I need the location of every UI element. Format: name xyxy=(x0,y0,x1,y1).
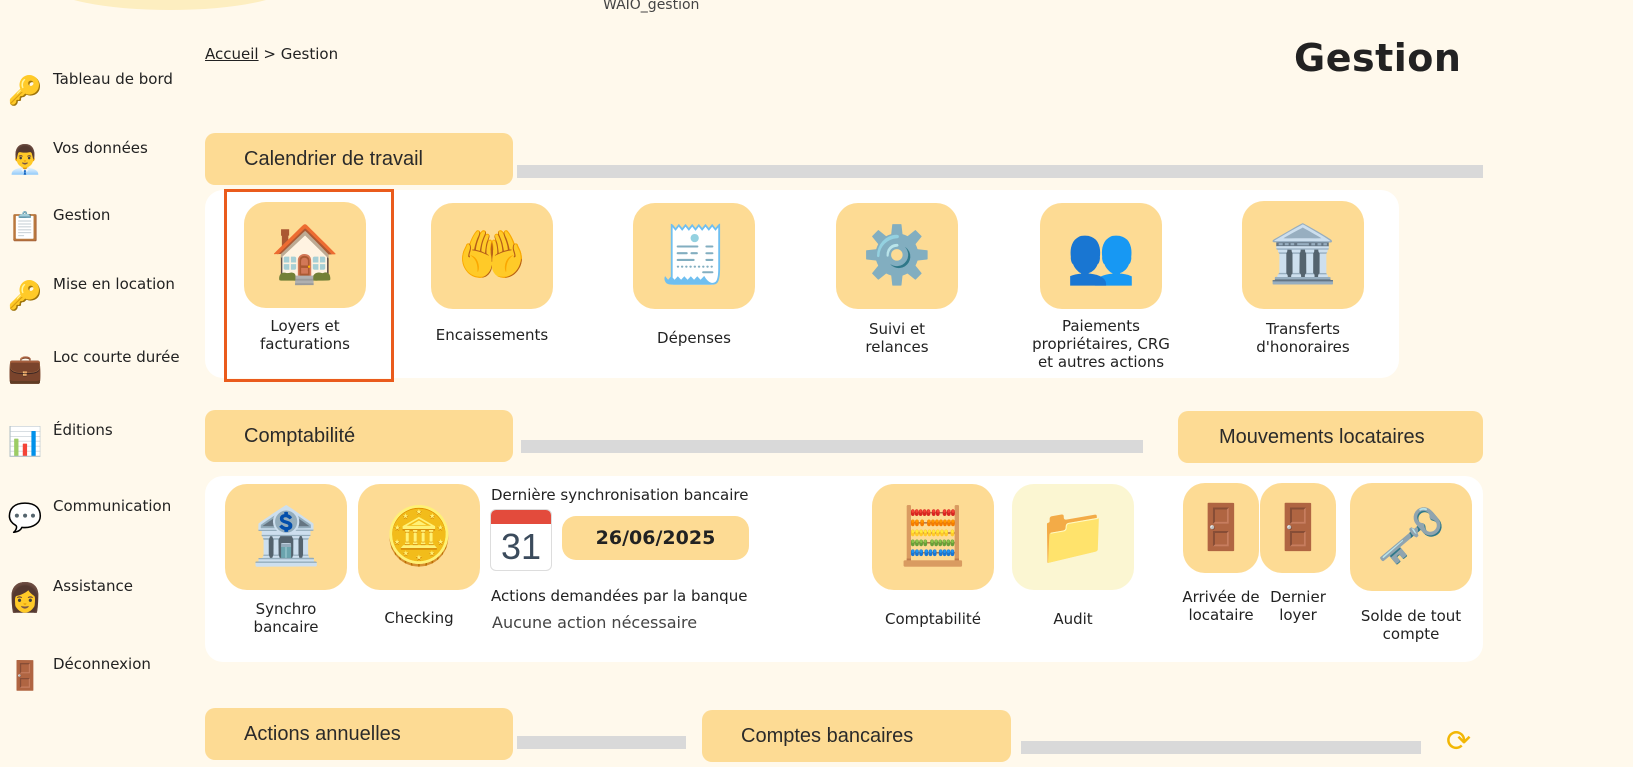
section-header-calendrier: Calendrier de travail xyxy=(205,133,513,185)
sidebar: 🔑 Tableau de bord 👨‍💼 Vos données 📋 Gest… xyxy=(0,0,200,767)
tile-arrivee-locataire[interactable]: 🚪 Arrivée de locataire xyxy=(1176,483,1266,624)
bank-actions-label: Actions demandées par la banque xyxy=(491,587,748,605)
bank-actions-value: Aucune action nécessaire xyxy=(492,613,698,632)
sidebar-item-loc-courte-duree[interactable]: 💼 Loc courte durée xyxy=(6,348,180,388)
tile-label: Dernier loyer xyxy=(1270,588,1326,624)
sidebar-item-vos-donnees[interactable]: 👨‍💼 Vos données xyxy=(6,139,148,179)
breadcrumb-home-link[interactable]: Accueil xyxy=(205,45,259,63)
sidebar-item-label: Mise en location xyxy=(53,275,175,293)
tile-label: Transferts d'honoraires xyxy=(1256,320,1350,356)
tile-comptabilite[interactable]: 🧮 Comptabilité xyxy=(872,484,994,628)
tile-synchro-bancaire[interactable]: 🏦 Synchro bancaire xyxy=(225,484,347,636)
tile-label: Loyers et facturations xyxy=(259,317,350,353)
page-title: Gestion xyxy=(1294,36,1462,80)
tile-suivi-relances[interactable]: ⚙️ Suivi et relances xyxy=(835,203,959,356)
sync-date: 26/06/2025 xyxy=(562,516,749,560)
sidebar-item-tableau-de-bord[interactable]: 🔑 Tableau de bord xyxy=(6,70,173,110)
people-icon: 👥 xyxy=(1040,203,1162,309)
hand-coin-icon: 🤲 xyxy=(431,203,553,309)
bank-transfer-icon: 🏛️ xyxy=(1242,201,1364,309)
tile-solde-tout-compte[interactable]: 🗝️ Solde de tout compte xyxy=(1350,483,1472,643)
tile-label: Encaissements xyxy=(435,326,549,344)
tile-transferts-honoraires[interactable]: 🏛️ Transferts d'honoraires xyxy=(1241,201,1365,356)
tile-label: Arrivée de locataire xyxy=(1182,588,1260,624)
tasks-gear-icon: ⚙️ xyxy=(836,203,958,309)
management-icon: 📋 xyxy=(7,210,43,243)
sidebar-item-label: Vos données xyxy=(53,139,148,157)
section-divider xyxy=(521,440,1143,453)
section-header-actions-annuelles: Actions annuelles xyxy=(205,708,513,760)
sidebar-item-gestion[interactable]: 📋 Gestion xyxy=(6,206,111,246)
breadcrumb-separator: > xyxy=(263,45,276,63)
sidebar-item-label: Loc courte durée xyxy=(53,348,180,366)
section-header-comptabilite: Comptabilité xyxy=(205,410,513,462)
tile-dernier-loyer[interactable]: 🚪 Dernier loyer xyxy=(1260,483,1336,624)
calendar-icon: 31 xyxy=(490,509,552,571)
door-exit-icon: 🚪 xyxy=(1260,483,1336,573)
chat-icon: 💬 xyxy=(7,501,43,534)
breadcrumb: Accueil > Gestion xyxy=(205,45,338,63)
app-name: WAIO_gestion xyxy=(603,0,700,13)
sidebar-item-label: Communication xyxy=(53,497,172,515)
accounting-icon: 🧮 xyxy=(872,484,994,590)
sidebar-item-assistance[interactable]: 👩 Assistance xyxy=(6,577,133,617)
sidebar-item-label: Déconnexion xyxy=(53,655,151,673)
sidebar-item-editions[interactable]: 📊 Éditions xyxy=(6,421,113,461)
key-house-icon: 🔑 xyxy=(7,279,43,312)
tile-label: Comptabilité xyxy=(885,610,981,628)
tile-checking[interactable]: 🪙 Checking xyxy=(358,484,480,627)
suitcase-icon: 💼 xyxy=(7,352,43,385)
user-icon: 👨‍💼 xyxy=(7,143,43,176)
tile-label: Audit xyxy=(1053,610,1093,628)
sidebar-item-label: Gestion xyxy=(53,206,111,224)
checking-icon: 🪙 xyxy=(358,484,480,590)
sync-label: Dernière synchronisation bancaire xyxy=(491,486,749,504)
key-door-icon: 🗝️ xyxy=(1350,483,1472,591)
sidebar-item-label: Tableau de bord xyxy=(53,70,173,88)
section-divider xyxy=(517,736,686,749)
cheque-icon: 🧾 xyxy=(633,203,755,309)
sidebar-item-deconnexion[interactable]: 🚪 Déconnexion xyxy=(6,655,151,695)
logout-icon: 🚪 xyxy=(7,659,43,692)
section-header-mouvements: Mouvements locataires xyxy=(1178,411,1483,463)
bank-sync-icon: 🏦 xyxy=(225,484,347,590)
tile-label: Checking xyxy=(384,609,454,627)
sidebar-item-communication[interactable]: 💬 Communication xyxy=(6,497,172,537)
key-house-icon: 🔑 xyxy=(7,74,43,107)
invoice-house-icon: 🏠 xyxy=(244,202,366,308)
tile-depenses[interactable]: 🧾 Dépenses xyxy=(632,203,756,347)
tile-label: Solde de tout compte xyxy=(1360,607,1462,643)
tile-paiements-proprietaires[interactable]: 👥 Paiements propriétaires, CRG et autres… xyxy=(1023,203,1179,371)
tile-label: Synchro bancaire xyxy=(253,600,319,636)
tile-label: Dépenses xyxy=(657,329,731,347)
support-agent-icon: 👩 xyxy=(7,581,43,614)
sidebar-item-mise-en-location[interactable]: 🔑 Mise en location xyxy=(6,275,175,315)
door-enter-icon: 🚪 xyxy=(1183,483,1259,573)
section-divider xyxy=(1021,741,1421,754)
tile-audit[interactable]: 📁 Audit xyxy=(1012,484,1134,628)
tile-encaissements[interactable]: 🤲 Encaissements xyxy=(430,203,554,344)
tile-label: Paiements propriétaires, CRG et autres a… xyxy=(1032,317,1170,371)
refresh-icon[interactable]: ⟳ xyxy=(1446,727,1471,757)
report-icon: 📊 xyxy=(7,425,43,458)
breadcrumb-current: Gestion xyxy=(280,45,339,63)
section-header-comptes-bancaires: Comptes bancaires xyxy=(702,710,1011,762)
sidebar-item-label: Éditions xyxy=(53,421,113,439)
sidebar-item-label: Assistance xyxy=(53,577,133,595)
calendar-day: 31 xyxy=(500,526,542,567)
tile-label: Suivi et relances xyxy=(865,320,929,356)
section-divider xyxy=(517,165,1483,178)
tile-loyers-facturations[interactable]: 🏠 Loyers et facturations xyxy=(243,202,367,353)
audit-folder-icon: 📁 xyxy=(1012,484,1134,590)
